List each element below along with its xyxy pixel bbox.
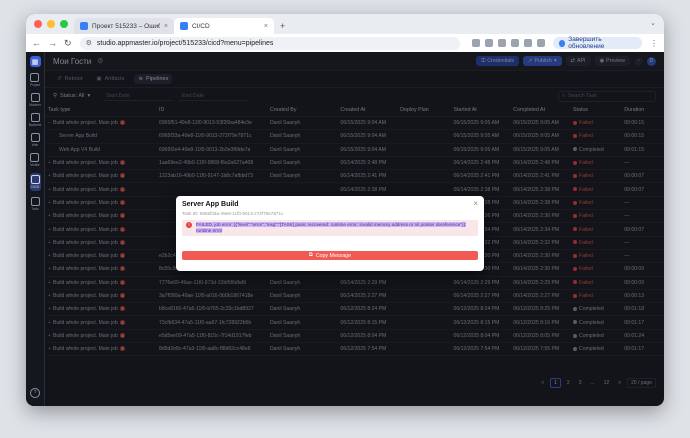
extension-icon[interactable]: [523, 39, 532, 47]
error-icon: !: [186, 222, 192, 228]
modal-task-id: Task ID: 6965f33a-49e8-11f0-9013-272f79e…: [182, 211, 284, 216]
sidebar-label: CI/CD: [30, 185, 40, 189]
sidebar-label: Modeler: [29, 103, 41, 107]
error-message-box: ! FAILED, job error: [{"level":"error","…: [182, 220, 478, 236]
extension-icon[interactable]: [484, 39, 493, 47]
sidebar-label: Project: [30, 83, 40, 87]
mobile-icon: [30, 153, 40, 162]
sidebar-item-modeler[interactable]: Modeler: [29, 93, 41, 107]
update-label: Завершить обновление: [568, 36, 605, 50]
sidebar-item-cicd[interactable]: CI/CD: [29, 173, 41, 191]
copy-message-button[interactable]: ⧉ Copy Message: [182, 251, 478, 260]
backend-icon: [30, 113, 40, 122]
update-button[interactable]: Завершить обновление: [552, 36, 642, 50]
tools-icon: [30, 197, 40, 206]
sidebar-label: Backend: [28, 123, 42, 127]
sidebar-item-project[interactable]: Project: [30, 73, 40, 87]
browser-menu-icon[interactable]: ⋮: [650, 39, 658, 48]
copy-icon: ⧉: [308, 252, 313, 258]
close-tab-icon[interactable]: ×: [164, 23, 168, 30]
maximize-window-button[interactable]: [60, 20, 68, 28]
error-message-text: FAILED, job error: [{"level":"error","ms…: [196, 222, 467, 233]
sidebar-item-backend[interactable]: Backend: [29, 113, 41, 127]
sidebar-item-web[interactable]: Web: [30, 133, 40, 147]
tab-strip: Проект 515233 – Ошибка пр × CI/CD × + ⌄: [26, 14, 664, 34]
reload-icon[interactable]: ↻: [64, 38, 72, 49]
tab-list-chevron-icon[interactable]: ⌄: [650, 19, 656, 27]
tab-title: Проект 515233 – Ошибка пр: [92, 22, 160, 30]
project-icon: [30, 73, 40, 82]
app-logo-icon[interactable]: ▦: [29, 56, 41, 67]
back-icon[interactable]: ←: [32, 38, 41, 48]
new-tab-icon[interactable]: +: [280, 21, 285, 31]
profile-avatar-icon: [558, 39, 566, 47]
sidebar-item-mobile[interactable]: Mobile: [30, 153, 40, 167]
cicd-icon: [30, 175, 40, 184]
tab-favicon-icon: [80, 22, 88, 30]
tab-favicon-icon: [180, 22, 188, 30]
window-controls: [34, 20, 68, 28]
sidebar: ▦ Project Modeler Backend Web Mobile CI/…: [26, 52, 45, 406]
url-field[interactable]: ⚙ studio.appmaster.io/project/515233/cic…: [79, 36, 460, 50]
modal-title: Server App Build: [182, 201, 239, 208]
forward-icon[interactable]: →: [48, 38, 57, 48]
extension-icon[interactable]: [510, 39, 519, 47]
extension-icon[interactable]: [471, 39, 480, 47]
extension-icons: [471, 39, 545, 47]
close-tab-icon[interactable]: ×: [264, 23, 268, 30]
url-text: studio.appmaster.io/project/515233/cicd?…: [96, 39, 274, 47]
sidebar-label: Web: [31, 143, 39, 147]
sidebar-item-tools[interactable]: Tools: [30, 197, 40, 211]
minimize-window-button[interactable]: [47, 20, 55, 28]
sidebar-label: Mobile: [30, 163, 40, 167]
browser-tab-cicd[interactable]: CI/CD ×: [174, 18, 274, 34]
close-modal-icon[interactable]: ×: [473, 199, 478, 208]
browser-tab-project[interactable]: Проект 515233 – Ошибка пр ×: [74, 18, 174, 34]
extension-icon[interactable]: [497, 39, 506, 47]
address-bar: ← → ↻ ⚙ studio.appmaster.io/project/5152…: [26, 34, 664, 53]
close-window-button[interactable]: [34, 20, 42, 28]
modeler-icon: [30, 93, 40, 102]
copy-message-label: Copy Message: [315, 252, 352, 259]
extension-icon[interactable]: [536, 39, 545, 47]
error-modal: Server App Build × Task ID: 6965f33a-49e…: [176, 196, 484, 271]
site-info-icon[interactable]: ⚙: [86, 39, 92, 47]
sidebar-label: Tools: [31, 207, 39, 211]
web-icon: [30, 133, 40, 142]
tab-title: CI/CD: [192, 22, 210, 30]
help-icon[interactable]: ?: [30, 388, 40, 398]
